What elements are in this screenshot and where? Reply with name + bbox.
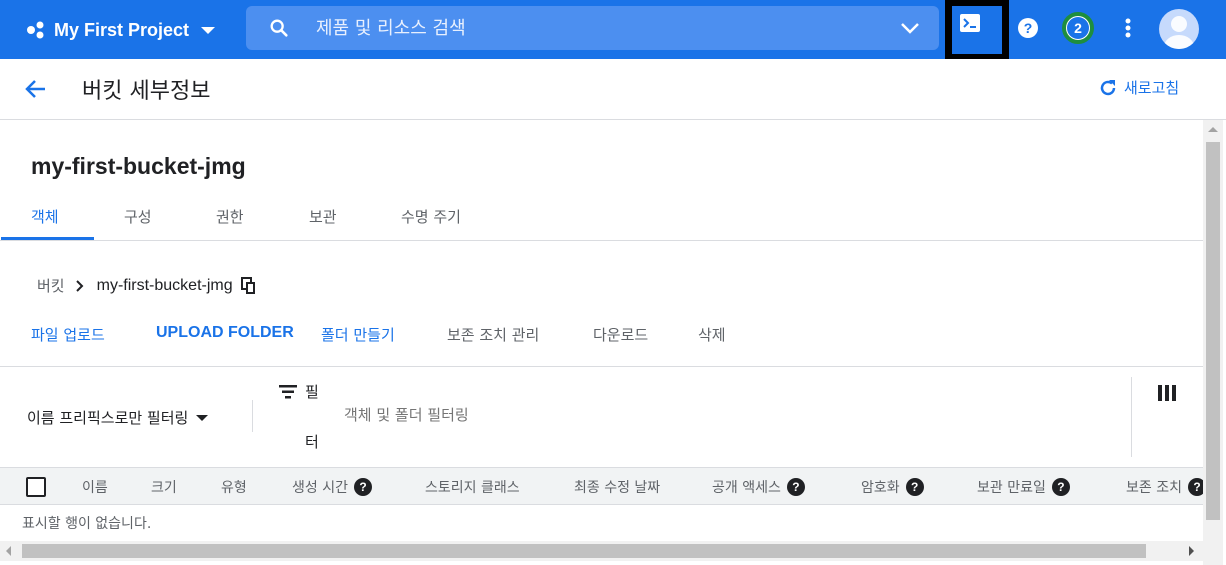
chevron-down-icon xyxy=(201,26,216,34)
refresh-icon xyxy=(1100,79,1116,95)
column-modified-label: 최종 수정 날짜 xyxy=(574,480,661,496)
column-header-encryption[interactable]: 암호화? xyxy=(861,477,924,497)
vertical-scrollbar[interactable] xyxy=(1203,120,1223,565)
help-icon[interactable]: ? xyxy=(353,478,372,496)
select-all-checkbox[interactable] xyxy=(26,477,46,497)
help-icon[interactable]: ? xyxy=(905,478,924,496)
bucket-name: my-first-bucket-jmg xyxy=(31,153,246,179)
upload-folder-button[interactable]: UPLOAD FOLDER xyxy=(156,324,294,342)
create-folder-button[interactable]: 폴더 만들기 xyxy=(321,324,395,345)
help-icon[interactable]: ? xyxy=(1051,478,1070,496)
filter-icon[interactable] xyxy=(279,385,297,399)
user-icon xyxy=(1164,16,1194,49)
cloud-shell-icon xyxy=(960,14,980,32)
back-arrow-icon[interactable] xyxy=(24,77,48,101)
column-header-holds[interactable]: 보존 조치? xyxy=(1126,477,1203,497)
column-header-retention-expiry[interactable]: 보관 만료일? xyxy=(977,477,1070,497)
help-icon[interactable]: ? xyxy=(1016,14,1046,44)
page-title: 버킷 세부정보 xyxy=(82,79,211,104)
column-header-modified[interactable]: 최종 수정 날짜 xyxy=(574,477,660,497)
column-header-created[interactable]: 생성 시간? xyxy=(292,477,372,497)
column-header-public-access[interactable]: 공개 액세스? xyxy=(712,477,805,497)
horizontal-scrollbar[interactable] xyxy=(0,541,1203,561)
breadcrumb: 버킷 my-first-bucket-jmg xyxy=(37,275,257,296)
empty-table-message: 표시할 행이 없습니다. xyxy=(22,516,152,532)
page-header: 버킷 세부정보 새로고침 xyxy=(0,59,1226,120)
help-icon[interactable]: ? xyxy=(786,478,805,496)
column-holds-label: 보존 조치 xyxy=(1126,480,1182,496)
chevron-right-icon xyxy=(75,279,84,292)
tab-objects[interactable]: 객체 xyxy=(31,206,59,227)
scroll-left-arrow-icon[interactable] xyxy=(6,546,11,556)
svg-text:?: ? xyxy=(1024,20,1033,36)
prefix-filter-label: 이름 프리픽스로만 필터링 xyxy=(27,409,189,427)
breadcrumb-root[interactable]: 버킷 xyxy=(37,275,65,296)
delete-button[interactable]: 삭제 xyxy=(698,324,726,345)
column-encryption-label: 암호화 xyxy=(861,480,900,496)
column-display-icon[interactable] xyxy=(1158,385,1176,401)
copy-icon[interactable] xyxy=(240,276,257,295)
column-storage-class-label: 스토리지 클래스 xyxy=(425,480,520,496)
tab-permissions[interactable]: 권한 xyxy=(216,206,244,227)
refresh-label: 새로고침 xyxy=(1124,79,1180,97)
tab-bar: 객체 구성 권한 보관 수명 주기 xyxy=(0,194,1203,241)
column-created-label: 생성 시간 xyxy=(292,480,348,496)
filter-label-part2: 터 xyxy=(305,433,319,451)
column-public-access-label: 공개 액세스 xyxy=(712,480,781,496)
cloud-shell-button[interactable] xyxy=(945,0,1009,60)
column-header-name[interactable]: 이름 xyxy=(82,477,108,497)
column-header-storage-class[interactable]: 스토리지 클래스 xyxy=(425,477,520,497)
column-name-label: 이름 xyxy=(82,480,108,496)
prefix-filter-dropdown[interactable]: 이름 프리픽스로만 필터링 xyxy=(27,407,209,428)
search-icon xyxy=(270,19,288,37)
filter-label-part1: 필 xyxy=(305,383,319,401)
filter-end-separator xyxy=(1131,377,1132,457)
project-selector[interactable]: My First Project xyxy=(26,14,216,46)
tab-protection[interactable]: 보관 xyxy=(309,206,337,227)
column-retention-expiry-label: 보관 만료일 xyxy=(977,480,1046,496)
scroll-up-arrow-icon[interactable] xyxy=(1208,127,1218,132)
search-expand-icon[interactable] xyxy=(899,20,921,36)
account-avatar[interactable] xyxy=(1159,9,1199,49)
more-vert-icon[interactable] xyxy=(1115,14,1145,44)
filter-separator xyxy=(252,400,253,432)
top-app-bar: My First Project ? 2 xyxy=(0,0,1226,60)
tab-configuration[interactable]: 구성 xyxy=(124,206,152,227)
filter-input[interactable] xyxy=(344,406,944,424)
column-size-label: 크기 xyxy=(151,480,177,496)
scroll-right-arrow-icon[interactable] xyxy=(1189,546,1194,556)
upload-file-button[interactable]: 파일 업로드 xyxy=(31,324,105,345)
tab-lifecycle[interactable]: 수명 주기 xyxy=(401,206,461,227)
vertical-scroll-thumb[interactable] xyxy=(1206,142,1220,520)
column-header-size[interactable]: 크기 xyxy=(151,477,177,497)
search-input[interactable] xyxy=(316,12,876,44)
project-name: My First Project xyxy=(54,19,190,40)
active-tab-indicator xyxy=(1,237,94,240)
table-header: 이름 크기 유형 생성 시간? 스토리지 클래스 최종 수정 날짜 공개 액세스… xyxy=(0,467,1203,505)
download-button[interactable]: 다운로드 xyxy=(593,324,648,345)
help-icon[interactable]: ? xyxy=(1187,478,1203,496)
project-dots-icon xyxy=(27,21,44,39)
refresh-button[interactable]: 새로고침 xyxy=(1098,77,1179,98)
search-bar[interactable] xyxy=(246,6,939,50)
manage-holds-button[interactable]: 보존 조치 관리 xyxy=(447,324,539,345)
column-type-label: 유형 xyxy=(221,480,247,496)
dropdown-arrow-icon xyxy=(196,414,209,421)
column-header-type[interactable]: 유형 xyxy=(221,477,247,497)
filter-bar: 이름 프리픽스로만 필터링 필 터 xyxy=(0,367,1203,467)
notification-count: 2 xyxy=(1067,17,1089,39)
breadcrumb-current: my-first-bucket-jmg xyxy=(96,276,233,294)
horizontal-scroll-thumb[interactable] xyxy=(22,544,1146,558)
